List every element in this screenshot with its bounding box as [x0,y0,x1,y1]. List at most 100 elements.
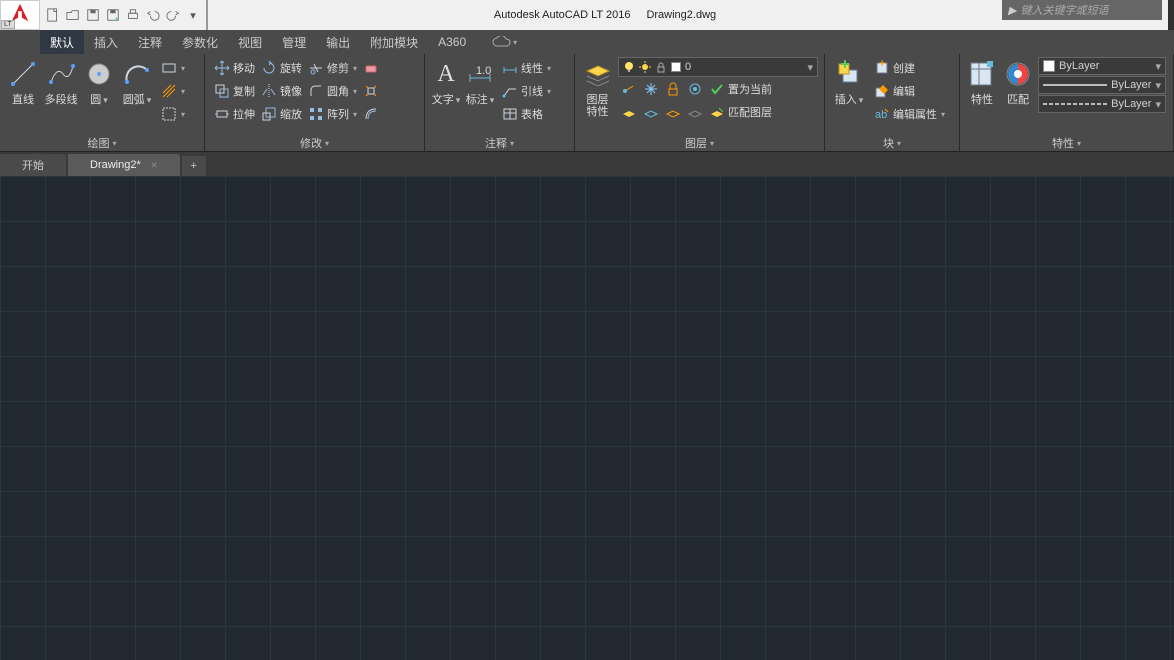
qat-new-icon[interactable] [44,6,62,24]
qat-open-icon[interactable] [64,6,82,24]
title-bar: LT ▾ Autodesk AutoCAD LT 2016 Drawing2.d… [0,0,1174,30]
line-label: 直线 [12,94,34,106]
quick-access-toolbar: ▾ [40,0,208,30]
tab-addins[interactable]: 附加模块 [360,30,428,54]
layer-iso-icon[interactable] [684,78,706,100]
offset-button[interactable] [360,103,382,125]
arc-button[interactable]: 圆弧 [118,56,156,106]
linetype-combo[interactable]: ByLayer▾ [1038,95,1166,113]
mirror-button[interactable]: 镜像 [258,80,305,102]
panel-draw: 直线 多段线 圆 圆弧 ▾ ▾ ▾ 绘图▾ [0,54,205,151]
make-current-button[interactable]: 置为当前 [706,78,775,100]
layer-props-button[interactable]: 图层 特性 [579,56,616,118]
qat-redo-icon[interactable] [164,6,182,24]
panel-props-title[interactable]: 特性▾ [960,135,1173,151]
app-menu-button[interactable]: LT [0,0,40,30]
tab-parametric[interactable]: 参数化 [172,30,228,54]
copy-button[interactable]: 复制 [211,80,258,102]
panel-annot-title[interactable]: 注释▾ [425,135,574,151]
lineweight-combo[interactable]: ByLayer▾ [1038,76,1166,94]
dim-label: 标注 [466,94,495,106]
panel-draw-title[interactable]: 绘图▾ [0,135,204,151]
panel-block: 插入 创建 编辑 ab编辑属性▾ 块▾ [825,54,960,151]
boundary-button[interactable]: ▾ [158,103,188,125]
ribbon: 直线 多段线 圆 圆弧 ▾ ▾ ▾ 绘图▾ [0,54,1174,152]
panel-layers-title[interactable]: 图层▾ [575,135,824,151]
circle-label: 圆 [90,94,108,106]
search-play-icon: ▶ [1008,4,1016,17]
cloud-button[interactable]: ▾ [486,30,523,54]
tab-manage[interactable]: 管理 [272,30,316,54]
qat-undo-icon[interactable] [144,6,162,24]
layer-tool-4[interactable] [684,101,706,123]
table-button[interactable]: 表格 [499,103,554,125]
arc-label: 圆弧 [123,94,152,106]
edit-block-button[interactable]: 编辑 [871,80,948,102]
drawing-canvas[interactable] [0,176,1174,660]
layer-freeze-icon[interactable] [640,78,662,100]
linear-dim-button[interactable]: 线性▾ [499,57,554,79]
array-button[interactable]: 阵列▾ [305,103,360,125]
match-layer-button[interactable]: 匹配图层 [706,101,775,123]
tab-view[interactable]: 视图 [228,30,272,54]
circle-button[interactable]: 圆 [80,56,118,106]
tab-drawing2[interactable]: Drawing2*× [68,154,180,176]
tab-a360[interactable]: A360 [428,30,476,54]
panel-modify: 移动 旋转 修剪▾ 复制 镜像 圆角▾ 拉伸 缩放 阵列▾ [205,54,425,151]
trim-button[interactable]: 修剪▾ [305,57,360,79]
tab-default[interactable]: 默认 [40,30,84,54]
move-button[interactable]: 移动 [211,57,258,79]
layer-lock-icon[interactable] [662,78,684,100]
fillet-button[interactable]: 圆角▾ [305,80,360,102]
dim-button[interactable]: 1.0 标注 [463,56,497,106]
insert-label: 插入 [835,94,864,106]
tab-insert[interactable]: 插入 [84,30,128,54]
polyline-label: 多段线 [45,94,78,106]
edit-attr-button[interactable]: ab编辑属性▾ [871,103,948,125]
erase-button[interactable] [360,57,382,79]
title-center: Autodesk AutoCAD LT 2016 Drawing2.dwg [208,0,1002,30]
stretch-button[interactable]: 拉伸 [211,103,258,125]
scale-button[interactable]: 缩放 [258,103,305,125]
tab-start[interactable]: 开始 [0,154,66,176]
layer-color-swatch [671,62,681,72]
qat-print-icon[interactable] [124,6,142,24]
qat-save-icon[interactable] [84,6,102,24]
rotate-button[interactable]: 旋转 [258,57,305,79]
tab-output[interactable]: 输出 [316,30,360,54]
layer-combo[interactable]: 0 ▾ [618,57,818,77]
search-input[interactable]: ▶ 键入关键字或短语 [1002,0,1162,20]
hatch-button[interactable]: ▾ [158,80,188,102]
tab-annotate[interactable]: 注释 [128,30,172,54]
document-name: Drawing2.dwg [646,9,716,21]
match-props-label: 匹配 [1007,94,1029,106]
props-palette-label: 特性 [971,94,993,106]
leader-button[interactable]: 引线▾ [499,80,554,102]
props-palette-button[interactable]: 特性 [964,56,1000,106]
polyline-button[interactable]: 多段线 [42,56,80,106]
layer-off-icon[interactable] [618,78,640,100]
new-tab-button[interactable]: + [182,156,206,176]
layer-tool-1[interactable] [618,101,640,123]
create-block-button[interactable]: 创建 [871,57,948,79]
color-combo[interactable]: ByLayer▾ [1038,57,1166,75]
match-props-button[interactable]: 匹配 [1000,56,1036,106]
qat-saveas-icon[interactable] [104,6,122,24]
explode-button[interactable] [360,80,382,102]
panel-modify-title[interactable]: 修改▾ [205,135,424,151]
panel-block-title[interactable]: 块▾ [825,135,959,151]
layer-current-name: 0 [685,61,691,73]
close-icon[interactable]: × [151,158,158,172]
insert-block-button[interactable]: 插入 [829,56,869,106]
line-button[interactable]: 直线 [4,56,42,106]
app-logo-lt: LT [1,20,15,29]
qat-dropdown-icon[interactable]: ▾ [184,6,202,24]
panel-props: 特性 匹配 ByLayer▾ ByLayer▾ ByLayer▾ 特性▾ [960,54,1174,151]
rectangle-button[interactable]: ▾ [158,57,188,79]
lock-icon [655,61,667,73]
app-title: Autodesk AutoCAD LT 2016 [494,9,631,21]
layer-tool-3[interactable] [662,101,684,123]
text-button[interactable]: A 文字 [429,56,463,106]
svg-text:ab: ab [875,109,887,121]
layer-tool-2[interactable] [640,101,662,123]
